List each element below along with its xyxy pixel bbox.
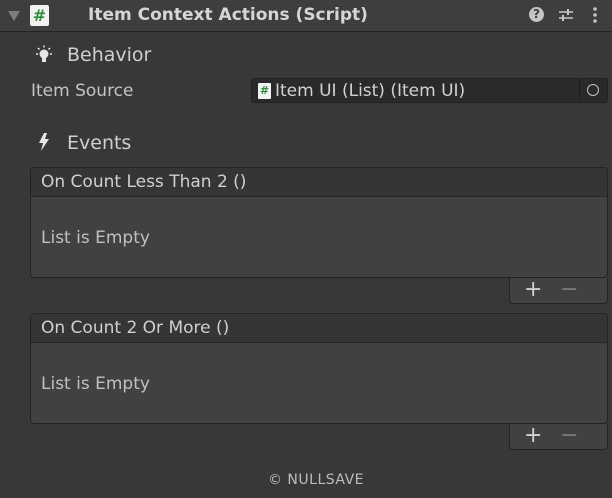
item-source-field[interactable]: # Item UI (List) (Item UI) [251, 78, 608, 103]
event-list-title: On Count Less Than 2 () [41, 172, 247, 192]
add-button[interactable]: + [524, 424, 542, 448]
item-source-label: Item Source [31, 81, 134, 101]
script-icon: # [30, 5, 49, 26]
component-title: Item Context Actions (Script) [88, 5, 368, 25]
lightning-icon [39, 133, 49, 151]
event-list-title: On Count 2 Or More () [41, 318, 230, 338]
foldout-arrow-icon[interactable] [8, 11, 20, 21]
event-list-2-or-more: On Count 2 Or More () List is Empty [30, 313, 608, 424]
behavior-section-title: Behavior [67, 44, 152, 66]
event-list-header: On Count Less Than 2 () [31, 168, 607, 197]
item-source-value: Item UI (List) (Item UI) [275, 81, 466, 101]
copyright-footer: © NULLSAVE [267, 472, 365, 488]
list-footer: + − [509, 424, 608, 450]
lightbulb-icon [36, 45, 52, 62]
event-list-less-than-2: On Count Less Than 2 () List is Empty [30, 167, 608, 278]
remove-button[interactable]: − [560, 424, 578, 448]
target-icon [587, 84, 599, 96]
component-header[interactable]: # Item Context Actions (Script) ? [0, 0, 612, 32]
list-footer: + − [509, 278, 608, 304]
add-button[interactable]: + [524, 278, 542, 302]
kebab-menu-icon[interactable] [592, 7, 598, 23]
events-section-title: Events [67, 132, 132, 154]
empty-list-text: List is Empty [41, 374, 150, 394]
object-picker-button[interactable] [579, 79, 607, 102]
help-icon[interactable]: ? [529, 7, 544, 22]
event-list-header: On Count 2 Or More () [31, 314, 607, 343]
empty-list-text: List is Empty [41, 228, 150, 248]
remove-button[interactable]: − [560, 278, 578, 302]
script-object-icon: # [258, 83, 271, 99]
presets-icon[interactable] [558, 7, 574, 23]
